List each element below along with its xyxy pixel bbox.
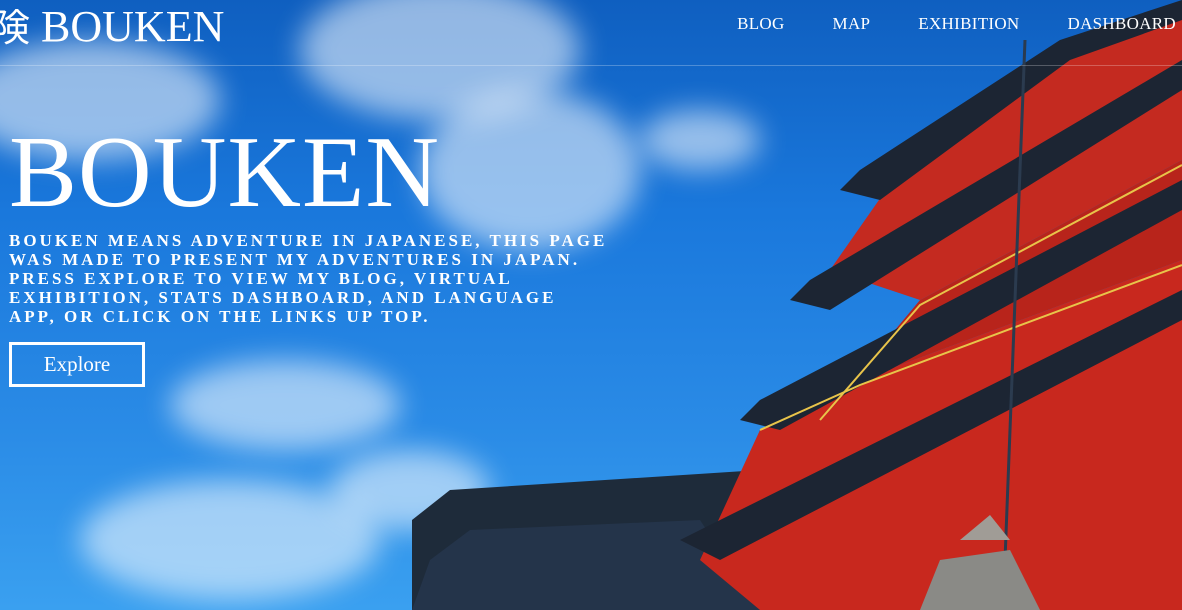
explore-button[interactable]: Explore [9, 342, 145, 387]
nav-link-map[interactable]: MAP [833, 14, 871, 34]
main-nav: BLOG MAP EXHIBITION DASHBOARD [737, 14, 1176, 34]
nav-link-blog[interactable]: BLOG [737, 14, 784, 34]
logo-kanji: 険 [0, 6, 31, 50]
hero-description: Bouken means adventure in Japanese, this… [9, 231, 608, 326]
logo-text: BOUKEN [41, 2, 225, 51]
site-logo[interactable]: 険 BOUKEN [0, 2, 224, 53]
nav-link-dashboard[interactable]: DASHBOARD [1068, 14, 1177, 34]
nav-link-exhibition[interactable]: EXHIBITION [918, 14, 1019, 34]
hero-title: BOUKEN [9, 116, 440, 229]
top-navbar: 険 BOUKEN BLOG MAP EXHIBITION DASHBOARD [0, 0, 1182, 66]
